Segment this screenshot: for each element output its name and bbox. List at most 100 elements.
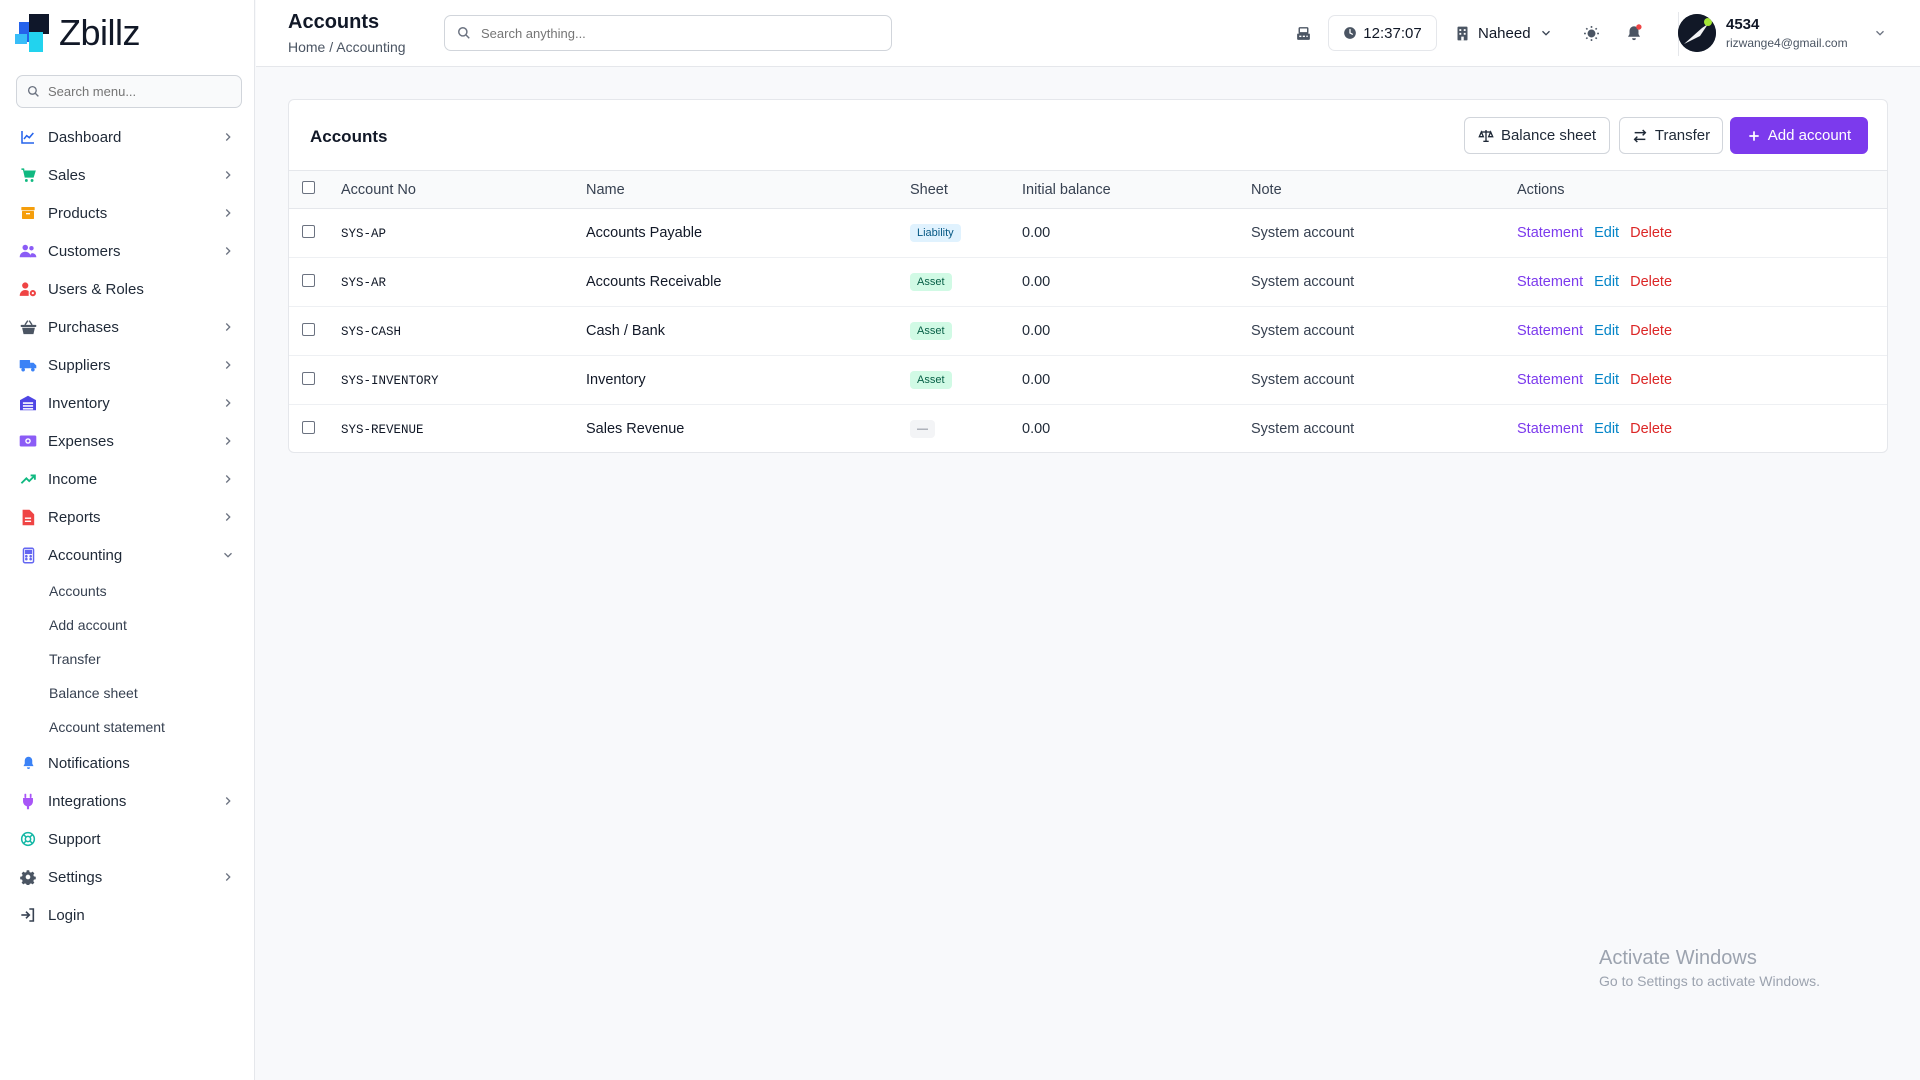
delete-link[interactable]: Delete <box>1630 274 1672 290</box>
plus-icon <box>1749 130 1759 141</box>
statement-link[interactable]: Statement <box>1517 372 1583 388</box>
global-search-input[interactable] <box>481 25 861 41</box>
building-icon <box>1457 26 1468 40</box>
chevron-right-icon <box>221 434 235 448</box>
theme-toggle-icon[interactable] <box>1580 22 1602 44</box>
sidebar-item-inventory[interactable]: Inventory <box>0 384 255 422</box>
lifebuoy-icon <box>19 830 37 848</box>
global-search[interactable] <box>444 15 892 51</box>
sidebar-item-label: Products <box>48 204 108 222</box>
card-title: Accounts <box>310 127 388 146</box>
sidebar-item-label: Expenses <box>48 432 114 450</box>
delete-link[interactable]: Delete <box>1630 372 1672 388</box>
gear-icon <box>19 868 37 886</box>
statement-link[interactable]: Statement <box>1517 274 1583 290</box>
bell-icon <box>19 754 37 772</box>
page-title: Accounts <box>288 11 380 33</box>
warehouse-icon <box>19 394 37 412</box>
initial-balance: 0.00 <box>1022 372 1051 388</box>
add-account-button[interactable]: Add account <box>1730 117 1868 154</box>
balance-sheet-button[interactable]: Balance sheet <box>1464 117 1610 154</box>
edit-link[interactable]: Edit <box>1594 323 1619 339</box>
sidebar-item-customers[interactable]: Customers <box>0 232 255 270</box>
statement-link[interactable]: Statement <box>1517 421 1583 437</box>
user-name[interactable]: 4534 <box>1726 16 1759 33</box>
sidebar-item-login[interactable]: Login <box>0 896 255 934</box>
statement-link[interactable]: Statement <box>1517 225 1583 241</box>
sidebar-item-notifications[interactable]: Notifications <box>0 744 255 782</box>
col-sheet[interactable]: Sheet <box>910 171 1022 209</box>
sidebar-item-label: Suppliers <box>48 356 111 374</box>
col-account-no[interactable]: Account No <box>341 171 586 209</box>
account-note: System account <box>1251 372 1355 388</box>
sidebar-item-income[interactable]: Income <box>0 460 255 498</box>
table-row: SYS-AP Accounts Payable Liability 0.00 Syste… <box>289 209 1887 258</box>
row-checkbox[interactable] <box>302 420 315 434</box>
row-checkbox[interactable] <box>302 322 315 336</box>
col-name[interactable]: Name <box>586 171 910 209</box>
box-icon <box>19 204 37 222</box>
sidebar-item-products[interactable]: Products <box>0 194 255 232</box>
sidebar-item-dashboard[interactable]: Dashboard <box>0 118 255 156</box>
sidebar-item-label: Support <box>48 830 101 848</box>
row-checkbox[interactable] <box>302 273 315 287</box>
sidebar-item-suppliers[interactable]: Suppliers <box>0 346 255 384</box>
delete-link[interactable]: Delete <box>1630 225 1672 241</box>
pos-register-icon[interactable] <box>1292 22 1314 44</box>
sidebar-item-users-and-roles[interactable]: Users & Roles <box>0 270 255 308</box>
add-account-label: Add account <box>1767 127 1852 144</box>
sidebar-search[interactable] <box>16 75 242 108</box>
activate-windows-title: Activate Windows <box>1599 947 1757 969</box>
chevron-right-icon <box>221 320 235 334</box>
sidebar-item-settings[interactable]: Settings <box>0 858 255 896</box>
sidebar-item-expenses[interactable]: Expenses <box>0 422 255 460</box>
select-all-checkbox[interactable] <box>302 181 315 194</box>
chevron-down-icon[interactable] <box>1873 26 1887 45</box>
sidebar-search-input[interactable] <box>48 84 228 99</box>
col-actions: Actions <box>1517 181 1565 198</box>
submenu-item-accounts[interactable]: Accounts <box>0 574 255 608</box>
row-checkbox[interactable] <box>302 371 315 385</box>
delete-link[interactable]: Delete <box>1630 323 1672 339</box>
edit-link[interactable]: Edit <box>1594 372 1619 388</box>
edit-link[interactable]: Edit <box>1594 421 1619 437</box>
breadcrumb[interactable]: Home / Accounting <box>288 39 406 55</box>
calculator-icon <box>19 546 37 564</box>
submenu-item-balance-sheet[interactable]: Balance sheet <box>0 676 255 710</box>
submenu-item-transfer[interactable]: Transfer <box>0 642 255 676</box>
row-checkbox[interactable] <box>302 224 315 238</box>
delete-link[interactable]: Delete <box>1630 421 1672 437</box>
submenu-item-add-account[interactable]: Add account <box>0 608 255 642</box>
col-initial-balance[interactable]: Initial balance <box>1022 171 1251 209</box>
clock-time: 12:37:07 <box>1363 24 1422 42</box>
sidebar-item-reports[interactable]: Reports <box>0 498 255 536</box>
sidebar-item-label: Users & Roles <box>48 280 144 298</box>
account-no: SYS-REVENUE <box>341 423 424 438</box>
submenu-item-account-statement[interactable]: Account statement <box>0 710 255 744</box>
store-selector[interactable]: Naheed <box>1456 22 1553 44</box>
account-name: Accounts Receivable <box>586 274 722 290</box>
notifications-bell-icon[interactable] <box>1623 22 1645 44</box>
sidebar-item-label: Income <box>48 470 98 488</box>
table-row: SYS-CASH Cash / Bank Asset 0.00 System accou… <box>289 307 1887 356</box>
sidebar-item-label: Notifications <box>48 754 130 772</box>
sidebar-item-label: Sales <box>48 166 86 184</box>
account-no: SYS-INVENTORY <box>341 374 439 388</box>
brand-logo[interactable]: Zbillz <box>15 12 141 54</box>
edit-link[interactable]: Edit <box>1594 225 1619 241</box>
sidebar-item-support[interactable]: Support <box>0 820 255 858</box>
sidebar-item-purchases[interactable]: Purchases <box>0 308 255 346</box>
sidebar-item-integrations[interactable]: Integrations <box>0 782 255 820</box>
col-note[interactable]: Note <box>1251 171 1517 209</box>
sidebar-item-sales[interactable]: Sales <box>0 156 255 194</box>
clock-display: 12:37:07 <box>1328 15 1437 51</box>
account-name: Accounts Payable <box>586 225 703 241</box>
table-header-row: Account No Name Sheet Initial balance No… <box>289 170 1887 209</box>
statement-link[interactable]: Statement <box>1517 323 1583 339</box>
user-avatar[interactable] <box>1678 14 1716 52</box>
transfer-button[interactable]: Transfer <box>1619 117 1723 154</box>
sidebar-item-label: Login <box>48 906 85 924</box>
edit-link[interactable]: Edit <box>1594 274 1619 290</box>
sidebar-item-accounting[interactable]: Accounting <box>0 536 255 574</box>
user-cog-icon <box>19 280 37 298</box>
